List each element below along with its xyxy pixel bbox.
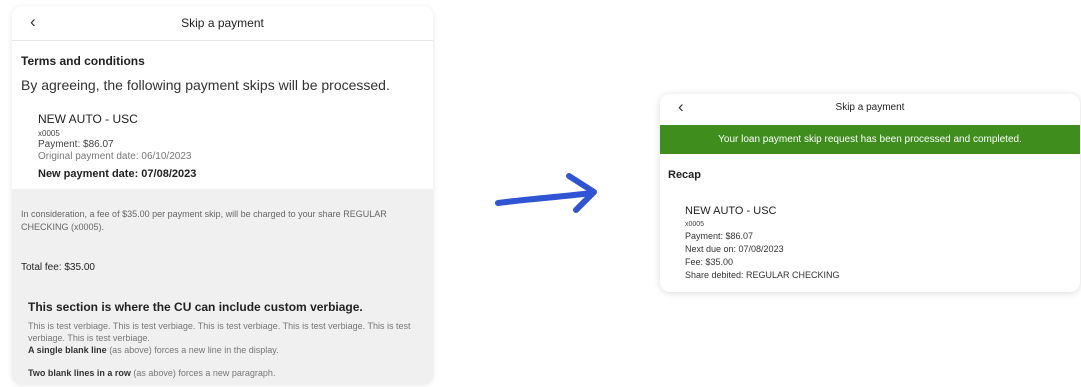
custom-verbiage-paragraph: This is test verbiage. This is test verb… (28, 321, 411, 343)
custom-verbiage-line: A single blank line (as above) forces a … (28, 344, 428, 356)
terms-screen: ‹ Skip a payment Terms and conditions By… (12, 6, 433, 384)
fee-consideration-text: In consideration, a fee of $35.00 per pa… (21, 209, 387, 232)
share-debited: Share debited: REGULAR CHECKING (685, 270, 840, 280)
bold-phrase-2: Two blank lines in a row (28, 368, 131, 378)
header-bar: ‹ Skip a payment (12, 6, 433, 41)
fee-amount: Fee: $35.00 (685, 257, 734, 267)
custom-verbiage-body: This is test verbiage. This is test verb… (28, 320, 428, 379)
paragraph-rest: (as above) forces a new paragraph. (130, 368, 276, 378)
page-title: Skip a payment (181, 16, 264, 30)
next-due-date: Next due on: 07/08/2023 (685, 244, 784, 254)
success-banner: Your loan payment skip request has been … (660, 125, 1080, 154)
loan-payment: Payment: $86.07 (685, 231, 754, 241)
agreement-text: By agreeing, the following payment skips… (21, 77, 390, 93)
bold-phrase: A single blank line (28, 345, 107, 355)
confirmation-screen: ‹ Skip a payment Your loan payment skip … (660, 94, 1080, 292)
header-bar: ‹ Skip a payment (660, 94, 1080, 124)
loan-payment: Payment: $86.07 (38, 139, 114, 150)
loan-name: NEW AUTO - USC (38, 112, 138, 126)
original-payment-date: Original payment date: 06/10/2023 (38, 151, 192, 162)
page-title: Skip a payment (835, 102, 905, 113)
loan-account: x0005 (38, 129, 60, 138)
terms-card: Terms and conditions By agreeing, the fo… (12, 41, 433, 189)
loan-summary: NEW AUTO - USC x0005 Payment: $86.07 Ori… (38, 112, 196, 180)
transition-arrow-icon (495, 173, 597, 213)
new-payment-date: New payment date: 07/08/2023 (38, 168, 197, 180)
line-rest: (as above) forces a new line in the disp… (106, 345, 279, 355)
total-fee: Total fee: $35.00 (21, 262, 95, 273)
loan-account: x0005 (685, 221, 705, 228)
custom-verbiage-paragraph-2: Two blank lines in a row (as above) forc… (28, 367, 428, 379)
terms-title: Terms and conditions (21, 54, 145, 68)
recap-summary: NEW AUTO - USC x0005 Payment: $86.07 Nex… (685, 204, 840, 282)
custom-verbiage-title: This section is where the CU can include… (28, 300, 363, 314)
recap-title: Recap (668, 169, 702, 181)
loan-name: NEW AUTO - USC (685, 205, 777, 217)
